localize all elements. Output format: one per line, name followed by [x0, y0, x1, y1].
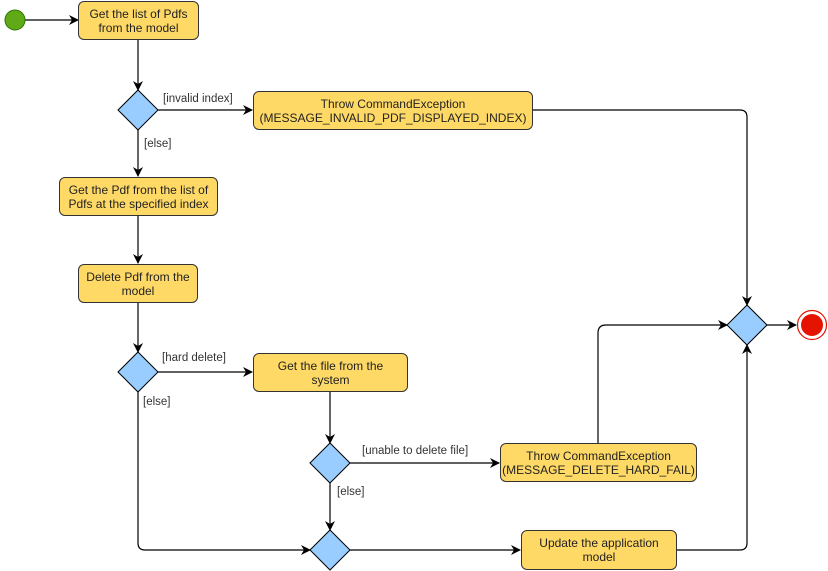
action-update-model: Update the application model [521, 530, 677, 570]
decision-delete-file [309, 442, 351, 484]
edge-throw-hard-fail-to-merge [597, 320, 728, 443]
guard-unable-delete: [unable to delete file] [362, 445, 469, 457]
merge-node-lower [309, 529, 351, 571]
activity-diagram: Get the list of Pdfs from the model Thro… [0, 0, 828, 571]
decision-hard-delete [117, 351, 159, 393]
action-get-pdf: Get the Pdf from the list of Pdfs at the… [59, 177, 218, 216]
end-node [801, 314, 823, 336]
start-node [4, 9, 26, 31]
merge-node-final [726, 304, 768, 346]
action-get-list: Get the list of Pdfs from the model [78, 1, 199, 40]
guard-invalid-index: [invalid index] [163, 93, 233, 105]
guard-hard-delete: [hard delete] [162, 352, 226, 364]
action-throw-invalid: Throw CommandException (MESSAGE_INVALID_… [253, 91, 533, 130]
action-get-file: Get the file from the system [253, 353, 408, 392]
action-delete-pdf: Delete Pdf from the model [78, 264, 198, 303]
action-throw-hard-fail: Throw CommandException (MESSAGE_DELETE_H… [500, 443, 697, 482]
guard-else-1: [else] [144, 138, 172, 150]
guard-else-3: [else] [337, 486, 365, 498]
edge-decision2-else-to-decision4 [137, 392, 311, 555]
decision-invalid-index [117, 89, 159, 131]
edge-throw-invalid-to-merge [533, 109, 752, 306]
guard-else-2: [else] [143, 396, 171, 408]
